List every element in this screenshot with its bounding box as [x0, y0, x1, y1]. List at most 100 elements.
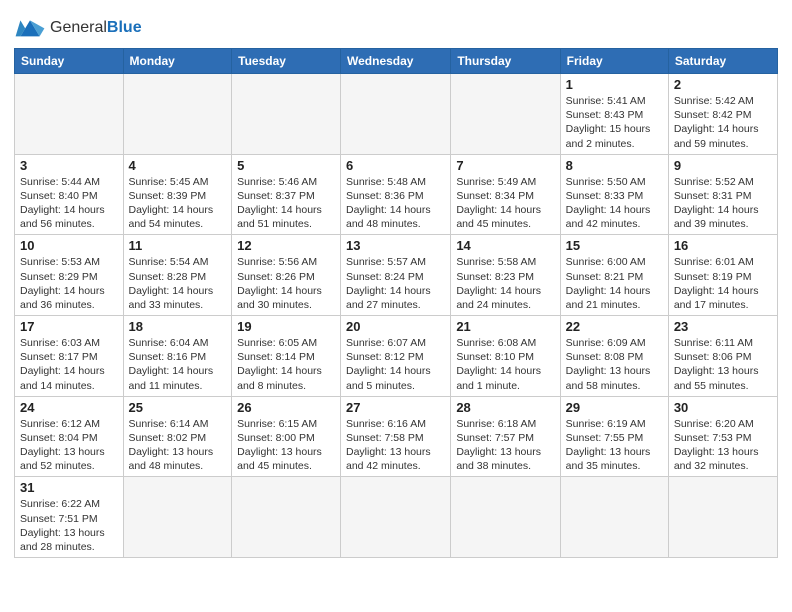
calendar-cell: 24Sunrise: 6:12 AM Sunset: 8:04 PM Dayli… [15, 396, 124, 477]
day-info: Sunrise: 6:18 AM Sunset: 7:57 PM Dayligh… [456, 417, 554, 474]
day-number: 19 [237, 319, 335, 334]
calendar-cell: 15 Sunrise: 6:00 AM Sunset: 8:21 PM Dayli… [560, 235, 668, 316]
calendar-cell: 14 Sunrise: 5:58 AM Sunset: 8:23 PM Dayli… [451, 235, 560, 316]
day-info: Sunrise: 6:11 AM Sunset: 8:06 PM Dayligh… [674, 336, 772, 393]
calendar-cell [451, 477, 560, 558]
day-number: 27 [346, 400, 445, 415]
day-info: Sunrise: 5:49 AM Sunset: 8:34 PM Dayligh… [456, 175, 554, 232]
day-number: 18 [129, 319, 227, 334]
day-number: 3 [20, 158, 118, 173]
day-number: 10 [20, 238, 118, 253]
day-number: 7 [456, 158, 554, 173]
day-info: Sunrise: 6:08 AM Sunset: 8:10 PM Dayligh… [456, 336, 554, 393]
day-number: 20 [346, 319, 445, 334]
calendar-cell [123, 74, 232, 155]
week-row-1: 1 Sunrise: 5:41 AM Sunset: 8:43 PM Daylig… [15, 74, 778, 155]
calendar-cell: 12 Sunrise: 5:56 AM Sunset: 8:26 PM Dayli… [232, 235, 341, 316]
calendar-cell: 6 Sunrise: 5:48 AM Sunset: 8:36 PM Daylig… [341, 154, 451, 235]
day-number: 13 [346, 238, 445, 253]
day-info: Sunrise: 6:22 AM Sunset: 7:51 PM Dayligh… [20, 497, 118, 554]
day-info: Sunrise: 5:46 AM Sunset: 8:37 PM Dayligh… [237, 175, 335, 232]
calendar-cell [560, 477, 668, 558]
week-row-2: 3 Sunrise: 5:44 AM Sunset: 8:40 PM Daylig… [15, 154, 778, 235]
day-info: Sunrise: 6:19 AM Sunset: 7:55 PM Dayligh… [566, 417, 663, 474]
calendar-cell: 20 Sunrise: 6:07 AM Sunset: 8:12 PM Dayli… [341, 316, 451, 397]
weekday-header-thursday: Thursday [451, 49, 560, 74]
day-info: Sunrise: 6:03 AM Sunset: 8:17 PM Dayligh… [20, 336, 118, 393]
day-info: Sunrise: 5:41 AM Sunset: 8:43 PM Dayligh… [566, 94, 663, 151]
calendar-cell [341, 74, 451, 155]
calendar-cell: 21 Sunrise: 6:08 AM Sunset: 8:10 PM Dayli… [451, 316, 560, 397]
calendar-cell: 31 Sunrise: 6:22 AM Sunset: 7:51 PM Dayli… [15, 477, 124, 558]
day-info: Sunrise: 5:48 AM Sunset: 8:36 PM Dayligh… [346, 175, 445, 232]
day-info: Sunrise: 5:56 AM Sunset: 8:26 PM Dayligh… [237, 255, 335, 312]
calendar-cell: 28 Sunrise: 6:18 AM Sunset: 7:57 PM Dayli… [451, 396, 560, 477]
day-number: 29 [566, 400, 663, 415]
page: GeneralBlue SundayMondayTuesdayWednesday… [0, 0, 792, 568]
day-info: Sunrise: 6:12 AM Sunset: 8:04 PM Dayligh… [20, 417, 118, 474]
logo-icon [14, 14, 46, 42]
week-row-4: 17 Sunrise: 6:03 AM Sunset: 8:17 PM Dayli… [15, 316, 778, 397]
calendar-cell [123, 477, 232, 558]
logo-text: GeneralBlue [50, 19, 142, 37]
weekday-header-wednesday: Wednesday [341, 49, 451, 74]
logo: GeneralBlue [14, 14, 142, 42]
calendar-cell: 26 Sunrise: 6:15 AM Sunset: 8:00 PM Dayli… [232, 396, 341, 477]
calendar-cell: 10 Sunrise: 5:53 AM Sunset: 8:29 PM Dayli… [15, 235, 124, 316]
day-info: Sunrise: 6:09 AM Sunset: 8:08 PM Dayligh… [566, 336, 663, 393]
day-number: 14 [456, 238, 554, 253]
day-number: 22 [566, 319, 663, 334]
day-number: 12 [237, 238, 335, 253]
calendar-cell: 7 Sunrise: 5:49 AM Sunset: 8:34 PM Daylig… [451, 154, 560, 235]
day-number: 21 [456, 319, 554, 334]
calendar-cell: 18 Sunrise: 6:04 AM Sunset: 8:16 PM Dayli… [123, 316, 232, 397]
calendar-cell: 11Sunrise: 5:54 AM Sunset: 8:28 PM Dayli… [123, 235, 232, 316]
day-info: Sunrise: 5:53 AM Sunset: 8:29 PM Dayligh… [20, 255, 118, 312]
calendar-cell: 29 Sunrise: 6:19 AM Sunset: 7:55 PM Dayli… [560, 396, 668, 477]
day-info: Sunrise: 6:15 AM Sunset: 8:00 PM Dayligh… [237, 417, 335, 474]
day-number: 5 [237, 158, 335, 173]
calendar-cell: 4 Sunrise: 5:45 AM Sunset: 8:39 PM Daylig… [123, 154, 232, 235]
calendar-cell: 1 Sunrise: 5:41 AM Sunset: 8:43 PM Daylig… [560, 74, 668, 155]
day-number: 31 [20, 480, 118, 495]
day-info: Sunrise: 5:50 AM Sunset: 8:33 PM Dayligh… [566, 175, 663, 232]
calendar-cell [341, 477, 451, 558]
day-info: Sunrise: 6:16 AM Sunset: 7:58 PM Dayligh… [346, 417, 445, 474]
day-number: 30 [674, 400, 772, 415]
calendar: SundayMondayTuesdayWednesdayThursdayFrid… [14, 48, 778, 558]
day-info: Sunrise: 6:04 AM Sunset: 8:16 PM Dayligh… [129, 336, 227, 393]
day-number: 15 [566, 238, 663, 253]
calendar-cell: 17 Sunrise: 6:03 AM Sunset: 8:17 PM Dayli… [15, 316, 124, 397]
day-number: 6 [346, 158, 445, 173]
calendar-cell: 27 Sunrise: 6:16 AM Sunset: 7:58 PM Dayli… [341, 396, 451, 477]
day-number: 8 [566, 158, 663, 173]
day-number: 1 [566, 77, 663, 92]
day-number: 28 [456, 400, 554, 415]
day-info: Sunrise: 5:52 AM Sunset: 8:31 PM Dayligh… [674, 175, 772, 232]
day-number: 2 [674, 77, 772, 92]
day-info: Sunrise: 6:01 AM Sunset: 8:19 PM Dayligh… [674, 255, 772, 312]
day-info: Sunrise: 6:00 AM Sunset: 8:21 PM Dayligh… [566, 255, 663, 312]
day-info: Sunrise: 6:20 AM Sunset: 7:53 PM Dayligh… [674, 417, 772, 474]
calendar-cell [232, 74, 341, 155]
calendar-cell: 16Sunrise: 6:01 AM Sunset: 8:19 PM Dayli… [668, 235, 777, 316]
day-info: Sunrise: 6:07 AM Sunset: 8:12 PM Dayligh… [346, 336, 445, 393]
weekday-header-sunday: Sunday [15, 49, 124, 74]
calendar-cell: 2 Sunrise: 5:42 AM Sunset: 8:42 PM Daylig… [668, 74, 777, 155]
header-area: GeneralBlue [14, 10, 778, 42]
calendar-cell: 25Sunrise: 6:14 AM Sunset: 8:02 PM Dayli… [123, 396, 232, 477]
calendar-cell: 19 Sunrise: 6:05 AM Sunset: 8:14 PM Dayli… [232, 316, 341, 397]
day-number: 17 [20, 319, 118, 334]
day-info: Sunrise: 5:42 AM Sunset: 8:42 PM Dayligh… [674, 94, 772, 151]
week-row-3: 10 Sunrise: 5:53 AM Sunset: 8:29 PM Dayli… [15, 235, 778, 316]
day-info: Sunrise: 6:05 AM Sunset: 8:14 PM Dayligh… [237, 336, 335, 393]
weekday-header-row: SundayMondayTuesdayWednesdayThursdayFrid… [15, 49, 778, 74]
week-row-5: 24Sunrise: 6:12 AM Sunset: 8:04 PM Dayli… [15, 396, 778, 477]
day-info: Sunrise: 5:58 AM Sunset: 8:23 PM Dayligh… [456, 255, 554, 312]
day-info: Sunrise: 5:45 AM Sunset: 8:39 PM Dayligh… [129, 175, 227, 232]
day-info: Sunrise: 5:44 AM Sunset: 8:40 PM Dayligh… [20, 175, 118, 232]
day-number: 25 [129, 400, 227, 415]
day-number: 26 [237, 400, 335, 415]
day-info: Sunrise: 5:54 AM Sunset: 8:28 PM Dayligh… [129, 255, 227, 312]
day-number: 4 [129, 158, 227, 173]
